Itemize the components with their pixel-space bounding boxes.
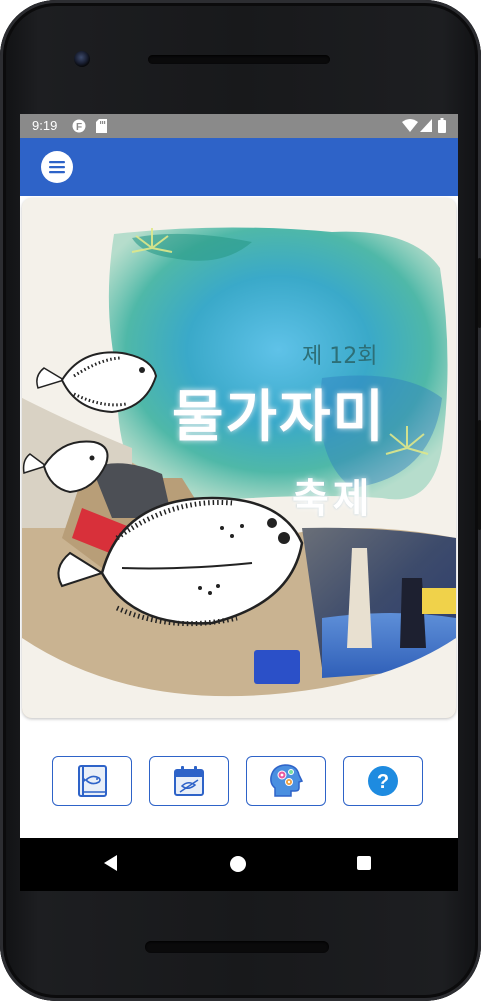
screen: 9:19 F 제 12회 물가자미 축제 ? <box>20 114 458 891</box>
help-question-icon: ? <box>368 766 398 796</box>
sd-card-icon <box>96 119 107 136</box>
svg-text:F: F <box>76 122 82 133</box>
cellular-signal-icon <box>420 119 432 135</box>
help-button[interactable]: ? <box>343 756 423 806</box>
event-calendar-button[interactable] <box>149 756 229 806</box>
knowledge-quiz-button[interactable] <box>246 756 326 806</box>
festival-title-line2: 축제 <box>292 476 374 522</box>
svg-text:?: ? <box>377 771 389 793</box>
status-bar: 9:19 F <box>20 114 458 138</box>
home-icon[interactable] <box>230 856 246 872</box>
festival-title-line1: 물가자미 <box>172 385 387 450</box>
top-speaker <box>148 55 330 64</box>
brain-gears-icon <box>270 764 304 797</box>
festival-banner-carousel[interactable]: 제 12회 물가자미 축제 <box>22 198 456 718</box>
festival-poster-image <box>22 198 456 718</box>
front-camera <box>74 51 90 67</box>
status-time: 9:19 <box>32 118 58 133</box>
calendar-fish-icon <box>174 766 204 796</box>
back-icon[interactable] <box>104 855 118 871</box>
recent-apps-icon[interactable] <box>357 856 371 870</box>
battery-icon <box>438 118 446 136</box>
menu-tiles: ? <box>52 756 426 806</box>
menu-hamburger-icon <box>49 161 65 174</box>
menu-button[interactable] <box>41 151 73 183</box>
phone-frame: 9:19 F 제 12회 물가자미 축제 ? <box>0 0 481 1001</box>
festival-edition-label: 제 12회 <box>302 344 378 369</box>
bottom-speaker <box>145 941 329 953</box>
notification-f-icon: F <box>72 119 86 136</box>
system-navigation-bar <box>20 838 458 891</box>
fish-book-button[interactable] <box>52 756 132 806</box>
wifi-icon <box>402 119 418 135</box>
app-bar <box>20 138 458 196</box>
fish-book-icon <box>78 765 107 797</box>
